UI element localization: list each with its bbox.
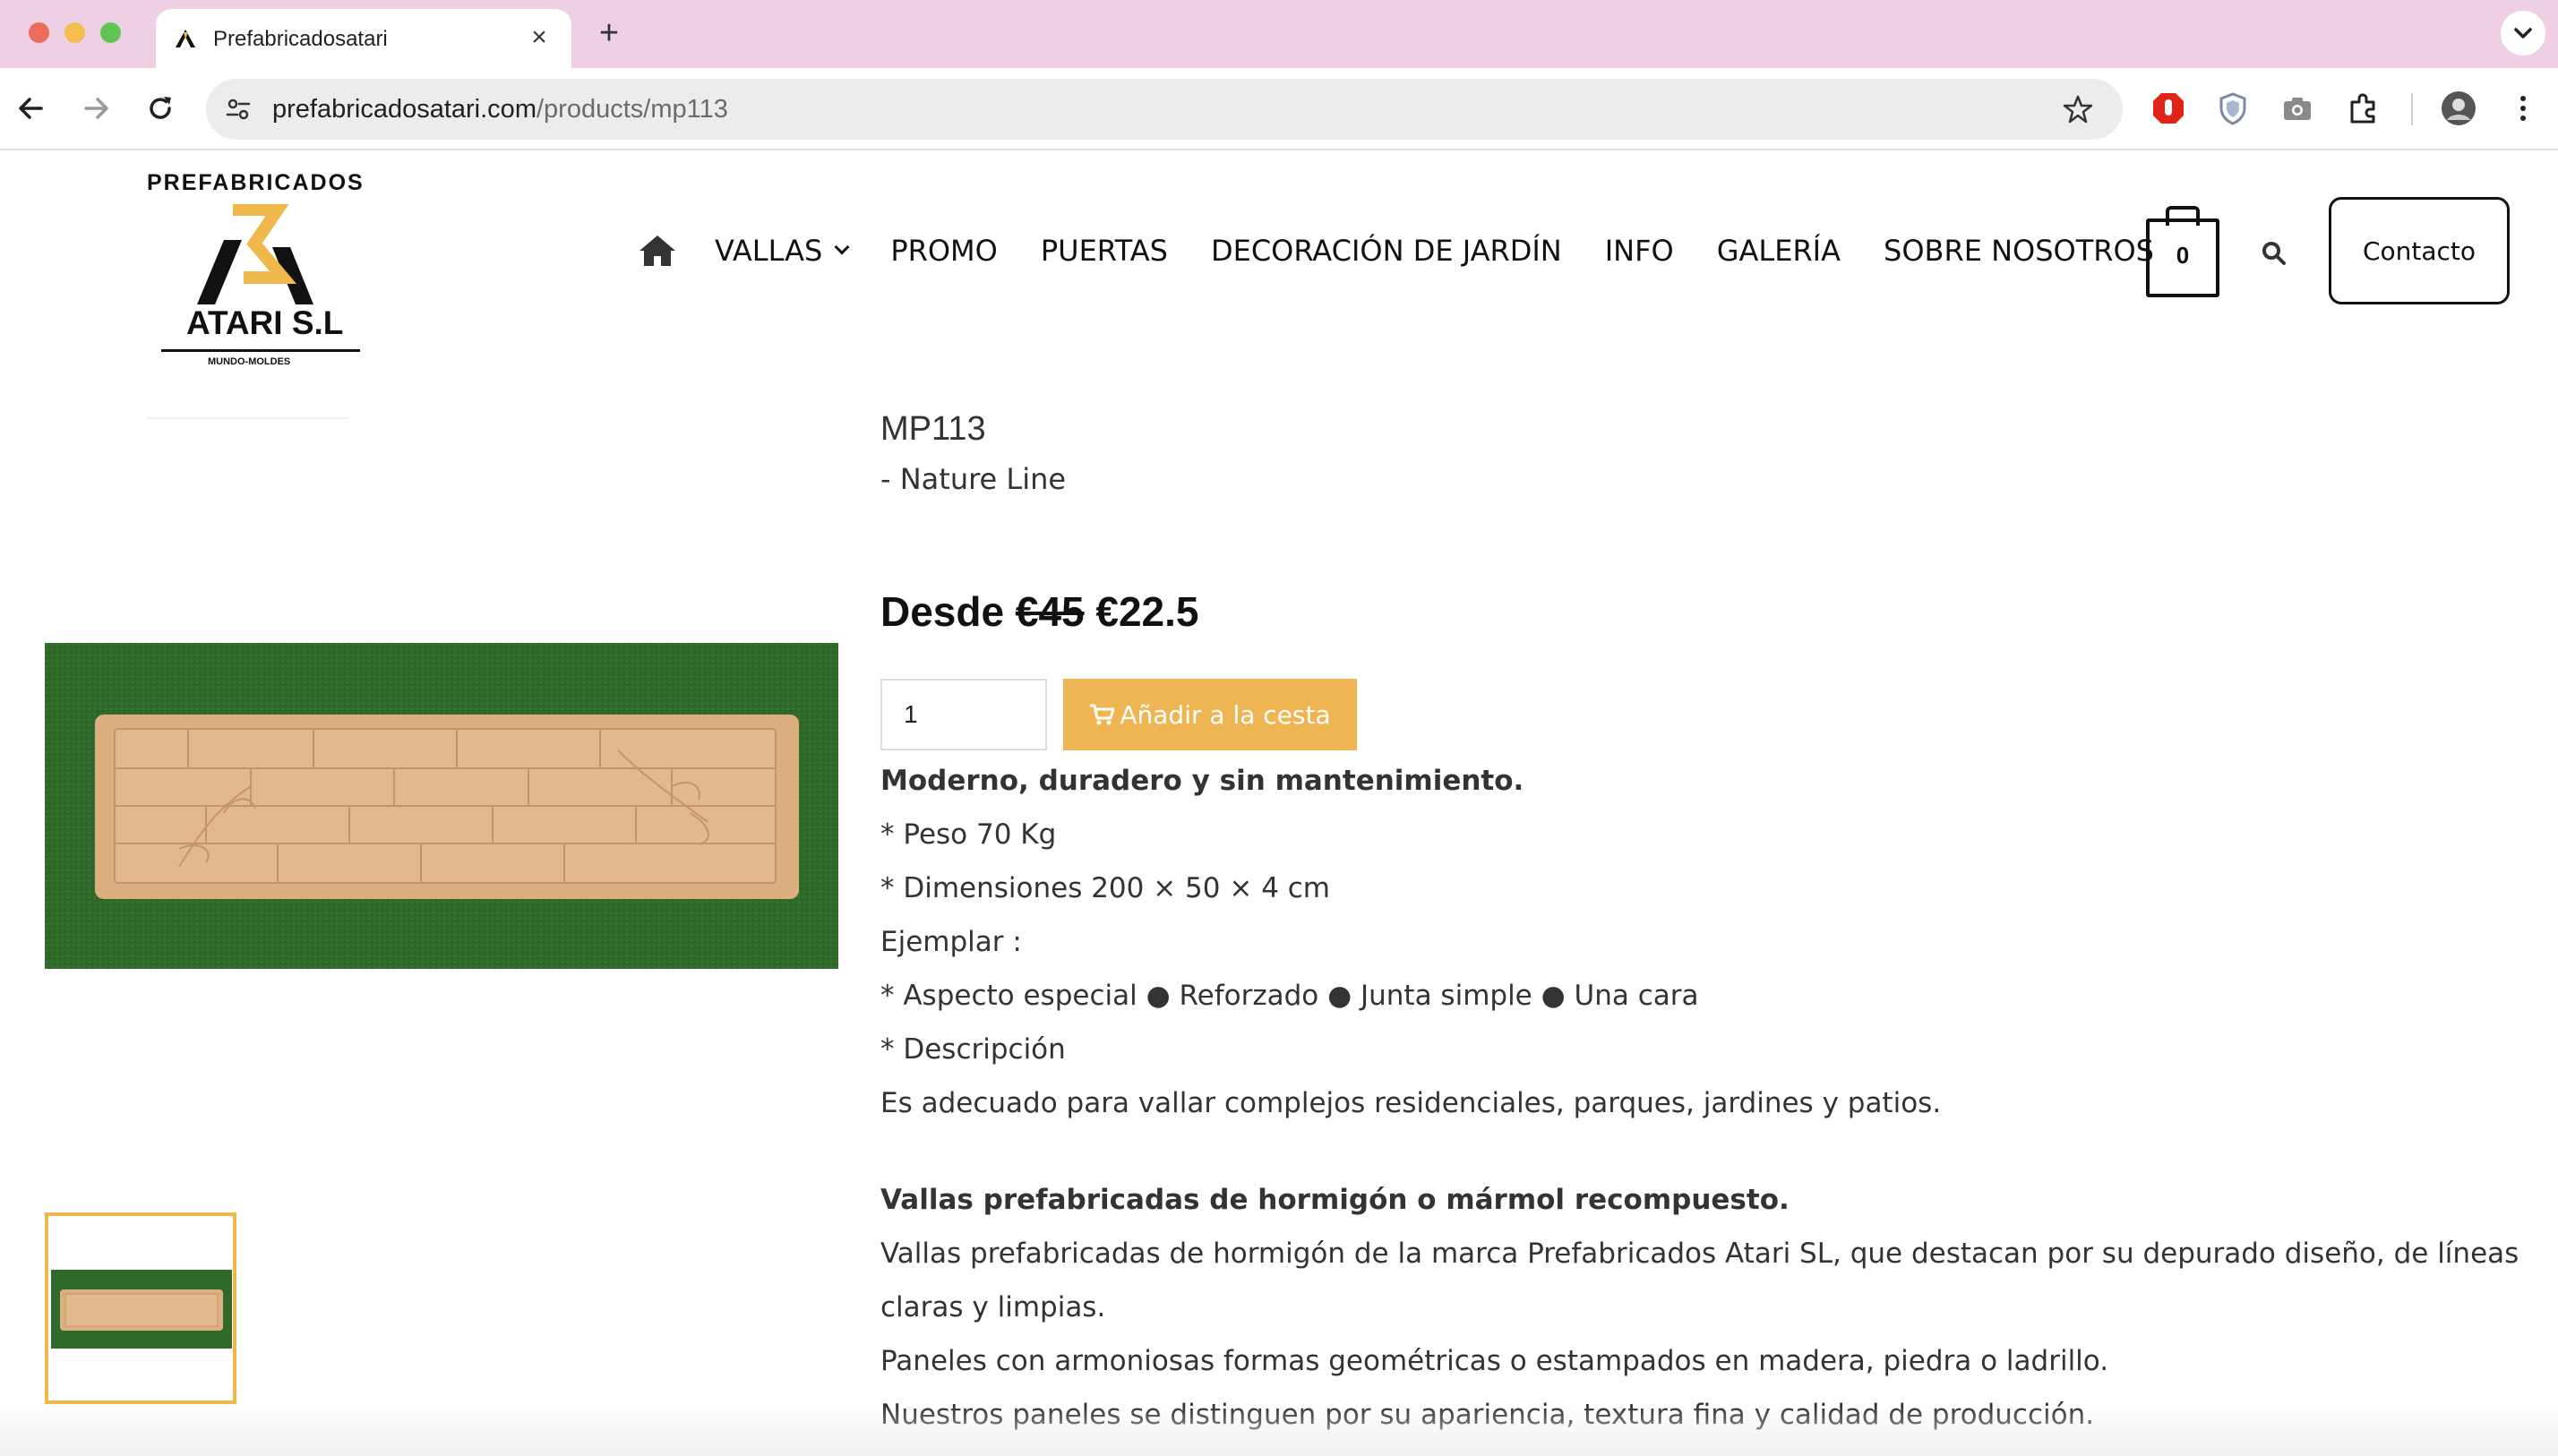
- home-icon[interactable]: [638, 233, 677, 269]
- profile-avatar-icon[interactable]: [2440, 90, 2477, 127]
- nav-item-puertas[interactable]: PUERTAS: [1041, 234, 1168, 268]
- desc-line: Vallas prefabricadas de hormigón de la m…: [880, 1238, 2519, 1270]
- product-title: MP113: [880, 410, 986, 448]
- tab-search-button[interactable]: [2501, 11, 2545, 56]
- extensions-puzzle-icon[interactable]: [2345, 90, 2382, 127]
- new-tab-button[interactable]: +: [591, 16, 627, 52]
- tab-close-icon[interactable]: ×: [523, 21, 555, 54]
- product-main-image[interactable]: [45, 643, 838, 969]
- desc-line: Es adecuado para vallar complejos reside…: [880, 1087, 1942, 1119]
- forward-arrow-icon[interactable]: [75, 88, 116, 129]
- window-zoom-button[interactable]: [100, 22, 121, 43]
- browser-tab-strip: Prefabricadosatari × +: [0, 0, 2558, 68]
- search-icon[interactable]: [2259, 238, 2289, 269]
- nav-item-galeria[interactable]: GALERÍA: [1717, 234, 1841, 268]
- logo-top-text: PREFABRICADOS: [147, 170, 365, 195]
- adblock-extension-icon[interactable]: [2150, 90, 2187, 127]
- desc-line: claras y limpias.: [880, 1291, 1106, 1323]
- site-favicon-icon: [176, 30, 195, 47]
- desc-line: Paneles con armoniosas formas geométrica…: [880, 1345, 2109, 1377]
- nav-item-promo[interactable]: PROMO: [890, 234, 998, 268]
- cart-button[interactable]: 0: [2146, 206, 2219, 297]
- nav-item-decoracion[interactable]: DECORACIÓN DE JARDÍN: [1211, 234, 1562, 268]
- price-old: €45: [1015, 588, 1085, 635]
- desc-line: Moderno, duradero y sin mantenimiento.: [880, 765, 1524, 797]
- chevron-down-icon: [2514, 28, 2532, 39]
- product-price: Desde €45 €22.5: [880, 587, 1199, 636]
- page-bottom-fade: [0, 1406, 2558, 1456]
- add-to-cart-label: Añadir a la cesta: [1120, 699, 1331, 730]
- desc-line: * Peso 70 Kg: [880, 818, 1057, 851]
- atari-logo-mark-icon: [197, 204, 313, 304]
- desc-heading: Vallas prefabricadas de hormigón o mármo…: [880, 1184, 1790, 1216]
- reload-icon[interactable]: [140, 88, 181, 129]
- contact-button[interactable]: Contacto: [2329, 197, 2510, 304]
- window-minimize-button[interactable]: [64, 22, 85, 43]
- nav-item-sobre-nosotros[interactable]: SOBRE NOSOTROS: [1884, 234, 2154, 268]
- desc-line: * Descripción: [880, 1033, 1066, 1066]
- chevron-down-icon: [834, 239, 850, 255]
- product-thumbnail[interactable]: [45, 1212, 236, 1404]
- back-arrow-icon[interactable]: [11, 88, 52, 129]
- thumbnail-image: [51, 1270, 232, 1349]
- quantity-input[interactable]: [880, 679, 1047, 750]
- url-text: prefabricadosatari.com/products/mp113: [272, 95, 728, 124]
- nav-item-info[interactable]: INFO: [1605, 234, 1674, 268]
- concrete-panel-image: [45, 643, 838, 969]
- desc-line: Ejemplar :: [880, 926, 1022, 958]
- desc-line: * Dimensiones 200 × 50 × 4 cm: [880, 872, 1331, 904]
- camera-extension-icon[interactable]: [2279, 90, 2316, 127]
- product-subtitle: - Nature Line: [880, 462, 1067, 496]
- browser-tab[interactable]: Prefabricadosatari ×: [156, 9, 571, 68]
- cart-count: 0: [2176, 242, 2190, 269]
- logo-name-text: ATARI S.L: [186, 304, 344, 341]
- shopping-cart-icon: [1090, 704, 1115, 725]
- nav-item-vallas[interactable]: VALLAS: [715, 234, 850, 268]
- price-new: €22.5: [1095, 588, 1199, 635]
- header-divider: [147, 417, 349, 419]
- logo-rule: [161, 349, 360, 352]
- tab-title: Prefabricadosatari: [213, 27, 388, 51]
- address-bar[interactable]: prefabricadosatari.com/products/mp113: [206, 79, 2123, 140]
- main-nav: VALLAS PROMO PUERTAS DECORACIÓN DE JARDÍ…: [638, 226, 2197, 276]
- desc-line: * Aspecto especial ● Reforzado ● Junta s…: [880, 980, 1699, 1012]
- browser-menu-icon[interactable]: [2504, 90, 2542, 127]
- browser-toolbar: prefabricadosatari.com/products/mp113: [0, 68, 2558, 150]
- site-settings-icon[interactable]: [224, 95, 253, 124]
- logo-sub-text: MUNDO-MOLDES: [208, 356, 291, 367]
- window-close-button[interactable]: [29, 22, 49, 43]
- add-to-cart-button[interactable]: Añadir a la cesta: [1063, 679, 1357, 750]
- site-logo[interactable]: PREFABRICADOS ATARI S.L MUNDO-MOLDES: [143, 170, 376, 376]
- toolbar-divider: [2411, 93, 2413, 125]
- bookmark-star-icon[interactable]: [2062, 93, 2094, 125]
- shield-extension-icon[interactable]: [2214, 90, 2252, 127]
- price-prefix: Desde: [880, 588, 1005, 635]
